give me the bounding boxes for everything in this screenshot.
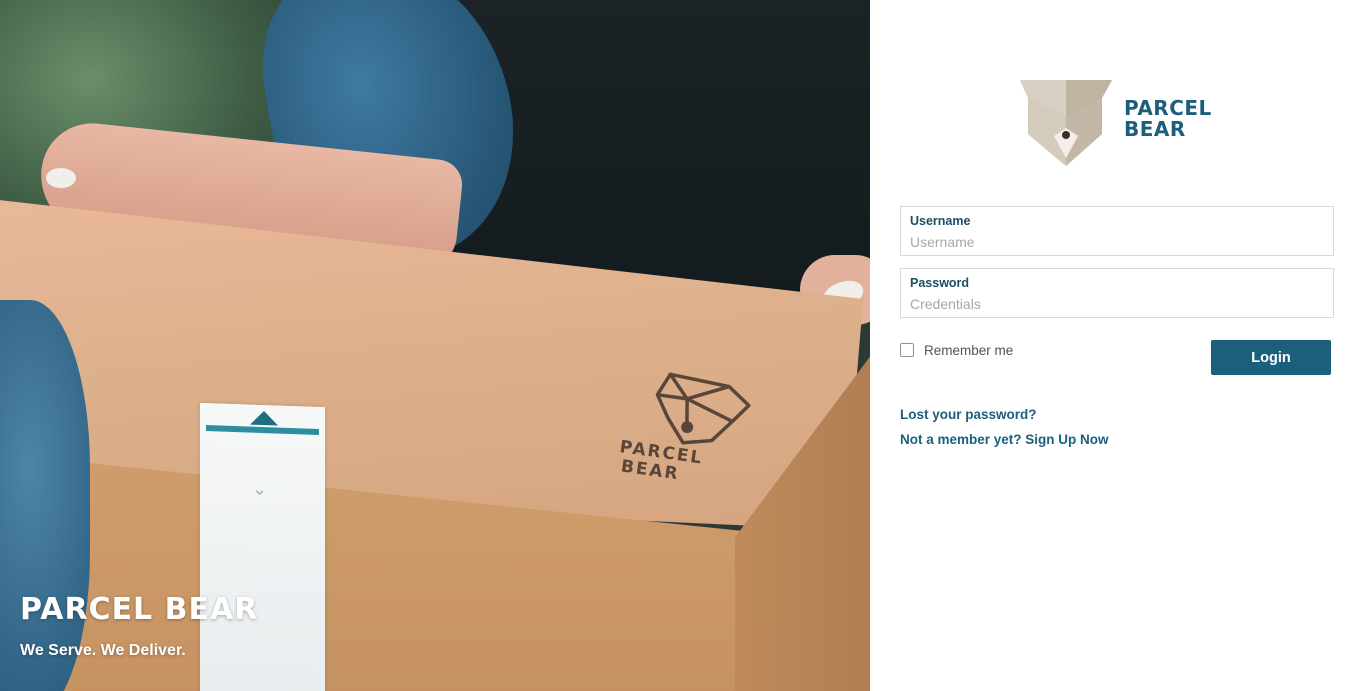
hero-image: ⌄ PARCEL BEAR PARCEL BEAR We Serve. We D… <box>0 0 870 691</box>
password-input[interactable] <box>910 295 1320 313</box>
hero-nail <box>46 168 76 188</box>
brand-name-line2: BEAR <box>1124 117 1186 141</box>
shipping-label-band <box>206 425 319 435</box>
chevron-down-icon: ⌄ <box>252 478 268 501</box>
username-field[interactable]: Username <box>900 206 1334 256</box>
shipping-label-triangle-icon <box>250 410 278 426</box>
bear-box-logo-icon <box>1020 80 1112 166</box>
password-label: Password <box>910 276 970 290</box>
login-button[interactable]: Login <box>1211 340 1331 375</box>
username-label: Username <box>910 214 971 228</box>
remember-me[interactable]: Remember me <box>900 340 1013 360</box>
username-input[interactable] <box>910 233 1320 251</box>
lost-password-link[interactable]: Lost your password? <box>900 407 1037 422</box>
brand-logo: PARCEL BEAR <box>1016 76 1226 171</box>
remember-me-checkbox[interactable] <box>900 343 914 357</box>
box-printed-logo: PARCEL BEAR <box>614 361 800 513</box>
login-panel: PARCEL BEAR Username Password Remember m… <box>870 0 1366 691</box>
hero-tagline: We Serve. We Deliver. <box>20 642 186 659</box>
brand-name: PARCEL BEAR <box>1124 98 1212 140</box>
sign-up-link[interactable]: Not a member yet? Sign Up Now <box>900 432 1109 447</box>
hero-title: PARCEL BEAR <box>20 592 259 627</box>
shipping-label: ⌄ <box>200 402 325 691</box>
password-field[interactable]: Password <box>900 268 1334 318</box>
brand-name-line1: PARCEL <box>1124 96 1212 120</box>
remember-me-label[interactable]: Remember me <box>924 343 1013 358</box>
